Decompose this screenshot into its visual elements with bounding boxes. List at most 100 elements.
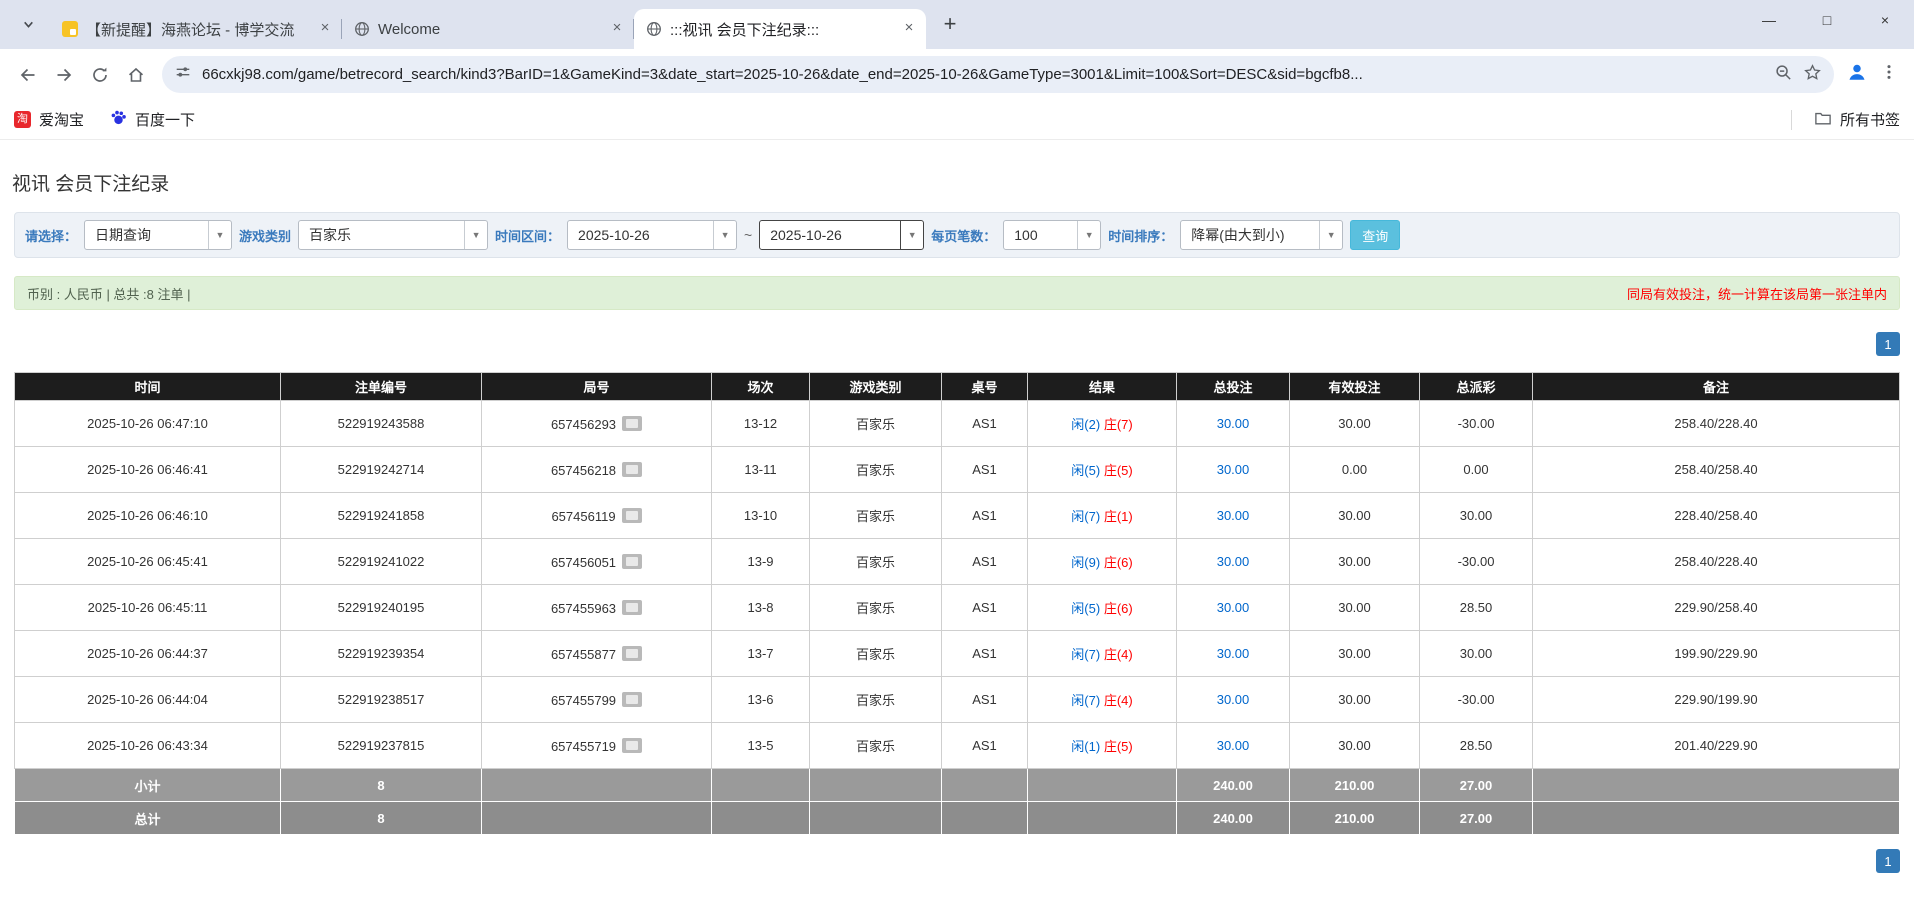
sort-select[interactable]: 降幂(由大到小) <box>1180 220 1343 250</box>
cell-table-no: AS1 <box>942 401 1028 447</box>
round-replay-image-icon[interactable] <box>622 416 642 431</box>
close-window-button[interactable]: × <box>1856 0 1914 40</box>
round-id-text: 657455877 <box>551 647 616 662</box>
empty-cell <box>1533 802 1900 835</box>
tab-close-icon[interactable]: × <box>608 20 626 38</box>
total-bet-link[interactable]: 30.00 <box>1217 462 1250 477</box>
reload-icon[interactable] <box>82 57 118 93</box>
total-bet-link[interactable]: 30.00 <box>1217 508 1250 523</box>
round-replay-image-icon[interactable] <box>622 508 642 523</box>
result-player: 闲(7) <box>1071 647 1100 662</box>
total-bet-link[interactable]: 30.00 <box>1217 738 1250 753</box>
cell-session: 13-7 <box>712 631 810 677</box>
game-category-label: 游戏类别 <box>239 226 291 245</box>
cell-payout: -30.00 <box>1420 539 1533 585</box>
col-header-session: 场次 <box>712 373 810 401</box>
cell-game-type: 百家乐 <box>810 677 942 723</box>
subtotal-count: 8 <box>281 769 482 802</box>
cell-session: 13-6 <box>712 677 810 723</box>
globe-favicon-icon <box>646 21 662 37</box>
round-id-text: 657455963 <box>551 601 616 616</box>
address-bar[interactable]: 66cxkj98.com/game/betrecord_search/kind3… <box>162 56 1834 93</box>
cell-total-bet: 30.00 <box>1177 401 1290 447</box>
cell-time: 2025-10-26 06:44:37 <box>15 631 281 677</box>
cell-remark: 229.90/258.40 <box>1533 585 1900 631</box>
profile-avatar-icon[interactable] <box>1846 61 1868 88</box>
date-end-select[interactable]: 2025-10-26 <box>759 220 924 250</box>
bookmark-baidu[interactable]: 百度一下 <box>110 109 195 130</box>
empty-cell <box>810 769 942 802</box>
col-header-payout: 总派彩 <box>1420 373 1533 401</box>
minimize-button[interactable]: — <box>1740 0 1798 40</box>
pagination-bottom: 1 <box>14 849 1900 873</box>
cell-table-no: AS1 <box>942 677 1028 723</box>
search-button[interactable]: 查询 <box>1350 220 1400 250</box>
bookmark-star-icon[interactable] <box>1803 63 1822 87</box>
cell-table-no: AS1 <box>942 585 1028 631</box>
select-label: 请选择： <box>25 226 77 245</box>
home-icon[interactable] <box>118 57 154 93</box>
result-player: 闲(5) <box>1071 601 1100 616</box>
cell-payout: 30.00 <box>1420 493 1533 539</box>
tab-bet-records-active[interactable]: :::视讯 会员下注纪录::: × <box>634 9 926 49</box>
cell-valid-bet: 30.00 <box>1290 539 1420 585</box>
cell-bet-id: 522919238517 <box>281 677 482 723</box>
bookmark-taobao[interactable]: 淘 爱淘宝 <box>14 109 84 130</box>
date-start-value: 2025-10-26 <box>568 227 660 243</box>
valid-bet-note: 同局有效投注，统一计算在该局第一张注单内 <box>1627 284 1887 303</box>
back-icon[interactable] <box>10 57 46 93</box>
game-category-select[interactable]: 百家乐 <box>298 220 488 250</box>
tab-search-chevron-icon[interactable] <box>16 13 40 37</box>
round-replay-image-icon[interactable] <box>622 692 642 707</box>
menu-dots-icon[interactable] <box>1880 63 1898 86</box>
total-bet-link[interactable]: 30.00 <box>1217 554 1250 569</box>
grandtotal-payout: 27.00 <box>1420 802 1533 835</box>
site-info-tune-icon[interactable] <box>174 63 192 86</box>
forward-icon[interactable] <box>46 57 82 93</box>
cell-total-bet: 30.00 <box>1177 723 1290 769</box>
table-row: 2025-10-26 06:44:37 522919239354 6574558… <box>15 631 1900 677</box>
tab-title: 【新提醒】海燕论坛 - 博学交流 <box>86 19 308 40</box>
tab-haiyan-forum[interactable]: 【新提醒】海燕论坛 - 博学交流 × <box>50 9 342 49</box>
tab-welcome[interactable]: Welcome × <box>342 9 634 49</box>
round-replay-image-icon[interactable] <box>622 738 642 753</box>
cell-bet-id: 522919241022 <box>281 539 482 585</box>
tab-close-icon[interactable]: × <box>316 20 334 38</box>
cell-payout: 30.00 <box>1420 631 1533 677</box>
round-id-text: 657456218 <box>551 463 616 478</box>
result-player: 闲(7) <box>1071 693 1100 708</box>
round-replay-image-icon[interactable] <box>622 462 642 477</box>
total-bet-link[interactable]: 30.00 <box>1217 416 1250 431</box>
maximize-button[interactable]: □ <box>1798 0 1856 40</box>
summary-bar: 币别 : 人民币 | 总共 :8 注单 | 同局有效投注，统一计算在该局第一张注… <box>14 276 1900 310</box>
result-banker: 庄(4) <box>1104 693 1133 708</box>
cell-remark: 229.90/199.90 <box>1533 677 1900 723</box>
all-bookmarks[interactable]: 所有书签 <box>1791 109 1900 130</box>
page-1-button[interactable]: 1 <box>1876 332 1900 356</box>
round-replay-image-icon[interactable] <box>622 646 642 661</box>
col-header-time: 时间 <box>15 373 281 401</box>
subtotal-label: 小计 <box>15 769 281 802</box>
total-bet-link[interactable]: 30.00 <box>1217 692 1250 707</box>
date-start-select[interactable]: 2025-10-26 <box>567 220 737 250</box>
page-size-select[interactable]: 100 <box>1003 220 1101 250</box>
new-tab-button[interactable]: + <box>936 11 964 39</box>
page-1-button[interactable]: 1 <box>1876 849 1900 873</box>
empty-cell <box>482 802 712 835</box>
cell-table-no: AS1 <box>942 447 1028 493</box>
cell-round-id: 657455719 <box>482 723 712 769</box>
cell-session: 13-10 <box>712 493 810 539</box>
haiyan-favicon-icon <box>62 21 78 37</box>
total-bet-link[interactable]: 30.00 <box>1217 646 1250 661</box>
zoom-magnifier-icon[interactable] <box>1774 63 1793 87</box>
total-bet-link[interactable]: 30.00 <box>1217 600 1250 615</box>
subtotal-valid-bet: 210.00 <box>1290 769 1420 802</box>
round-replay-image-icon[interactable] <box>622 554 642 569</box>
cell-table-no: AS1 <box>942 631 1028 677</box>
cell-valid-bet: 30.00 <box>1290 401 1420 447</box>
url-text[interactable]: 66cxkj98.com/game/betrecord_search/kind3… <box>202 66 1766 83</box>
cell-game-type: 百家乐 <box>810 401 942 447</box>
tab-close-icon[interactable]: × <box>900 20 918 38</box>
query-type-select[interactable]: 日期查询 <box>84 220 232 250</box>
round-replay-image-icon[interactable] <box>622 600 642 615</box>
